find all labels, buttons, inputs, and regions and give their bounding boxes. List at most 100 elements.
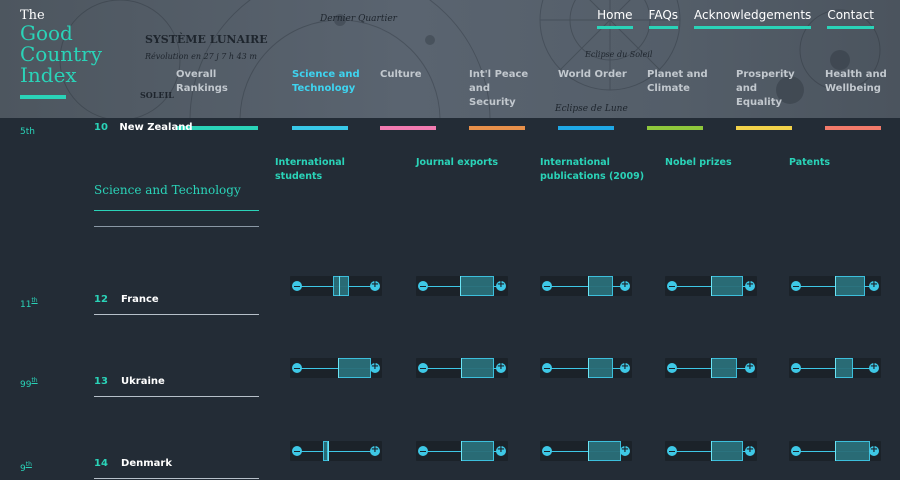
minus-icon[interactable]: [418, 281, 428, 291]
plus-icon[interactable]: [620, 361, 630, 373]
boxplot[interactable]: [789, 276, 881, 296]
plus-icon[interactable]: [620, 444, 630, 456]
plus-icon[interactable]: [620, 279, 630, 291]
site-logo[interactable]: The Good Country Index: [20, 8, 102, 99]
boxplot[interactable]: [290, 441, 382, 461]
minus-icon[interactable]: [292, 446, 302, 456]
minus-icon[interactable]: [542, 281, 552, 291]
country-name: Ukraine: [121, 376, 165, 387]
tab-world-order[interactable]: World Order: [558, 68, 640, 82]
boxplot-median: [587, 441, 589, 461]
country-number: 13: [94, 376, 108, 387]
plus-icon[interactable]: [745, 361, 755, 373]
category-tabs: Overall Rankings Science and Technology …: [176, 68, 900, 118]
plus-icon[interactable]: [496, 361, 506, 373]
art-label: Eclipse du Soleil: [585, 50, 653, 59]
boxplot-box: [835, 441, 871, 461]
tab-prosperity-and-equality[interactable]: Prosperity and Equality: [736, 68, 798, 110]
boxplot[interactable]: [540, 276, 632, 296]
plus-icon[interactable]: [496, 444, 506, 456]
tab-intl-peace-and-security[interactable]: Int'l Peace and Security: [469, 68, 531, 110]
plus-icon[interactable]: [869, 444, 879, 456]
minus-icon[interactable]: [667, 281, 677, 291]
boxplot[interactable]: [789, 358, 881, 378]
boxplot[interactable]: [665, 441, 757, 461]
boxplot-box: [835, 358, 853, 378]
boxplot-median: [835, 276, 836, 296]
country-number: 14: [94, 458, 108, 469]
minus-icon[interactable]: [542, 363, 552, 373]
tab-color-bar: [292, 126, 348, 130]
nav-contact-link[interactable]: Contact: [827, 8, 874, 29]
rank-label: 9th: [20, 461, 32, 474]
tab-label: Science and Technology: [292, 69, 360, 94]
tab-color-bar: [825, 126, 881, 130]
tab-color-bar: [736, 126, 792, 130]
plus-icon[interactable]: [370, 279, 380, 291]
logo-underline: [20, 95, 66, 99]
tab-label: Health and Wellbeing: [825, 69, 887, 94]
country-row[interactable]: 14 Denmark: [94, 451, 259, 479]
tab-health-and-wellbeing[interactable]: Health and Wellbeing: [825, 68, 895, 96]
tab-label: Prosperity and Equality: [736, 69, 795, 108]
boxplot-whisker: [547, 286, 625, 287]
peek-country-row[interactable]: 10 New Zealand: [94, 122, 193, 133]
boxplot-box: [337, 358, 372, 378]
section-title: Science and Technology: [94, 183, 259, 211]
minus-icon[interactable]: [791, 446, 801, 456]
tab-culture[interactable]: Culture: [380, 68, 462, 82]
boxplot[interactable]: [789, 441, 881, 461]
boxplot-median: [337, 358, 339, 378]
boxplot[interactable]: [540, 441, 632, 461]
boxplot[interactable]: [665, 358, 757, 378]
nav-acknowledgements-link[interactable]: Acknowledgements: [694, 8, 812, 29]
plus-icon[interactable]: [745, 279, 755, 291]
plus-icon[interactable]: [496, 279, 506, 291]
art-label: SOLEIL: [140, 90, 174, 100]
minus-icon[interactable]: [791, 281, 801, 291]
minus-icon[interactable]: [418, 446, 428, 456]
boxplot[interactable]: [416, 441, 508, 461]
plus-icon[interactable]: [370, 444, 380, 456]
plus-icon[interactable]: [869, 361, 879, 373]
minus-icon[interactable]: [292, 281, 302, 291]
boxplot[interactable]: [416, 276, 508, 296]
minus-icon[interactable]: [542, 446, 552, 456]
country-name: France: [121, 294, 159, 305]
boxplot[interactable]: [290, 276, 382, 296]
boxplot-median: [461, 441, 463, 461]
country-name: Denmark: [121, 458, 172, 469]
boxplot-box: [711, 276, 743, 296]
country-row[interactable]: 12 France: [94, 287, 259, 315]
boxplot[interactable]: [665, 276, 757, 296]
minus-icon[interactable]: [667, 446, 677, 456]
tab-overall-rankings[interactable]: Overall Rankings: [176, 68, 258, 96]
divider: [94, 226, 259, 227]
minus-icon[interactable]: [667, 363, 677, 373]
tab-label: Overall Rankings: [176, 69, 228, 94]
art-label: Révolution en 27 j 7 h 43 m: [145, 52, 257, 61]
boxplot[interactable]: [540, 358, 632, 378]
plus-icon[interactable]: [370, 361, 380, 373]
boxplot-median: [711, 276, 712, 296]
plus-icon[interactable]: [869, 279, 879, 291]
nav-faqs-link[interactable]: FAQs: [648, 8, 679, 29]
minus-icon[interactable]: [418, 363, 428, 373]
category-header: International students: [275, 157, 345, 182]
boxplot[interactable]: [416, 358, 508, 378]
tab-planet-and-climate[interactable]: Planet and Climate: [647, 68, 729, 96]
plus-icon[interactable]: [745, 444, 755, 456]
boxplot-box: [459, 276, 494, 296]
boxplot-box: [587, 358, 614, 378]
country-name: New Zealand: [119, 122, 193, 133]
boxplot[interactable]: [290, 358, 382, 378]
country-row[interactable]: 13 Ukraine: [94, 369, 259, 397]
nav-home-link[interactable]: Home: [597, 8, 633, 29]
boxplot-median: [711, 441, 712, 461]
boxplot-box: [835, 276, 866, 296]
tab-color-bar: [647, 126, 703, 130]
minus-icon[interactable]: [292, 363, 302, 373]
category-header: International publications (2009): [540, 157, 645, 182]
minus-icon[interactable]: [791, 363, 801, 373]
tab-science-and-technology[interactable]: Science and Technology: [292, 68, 374, 96]
